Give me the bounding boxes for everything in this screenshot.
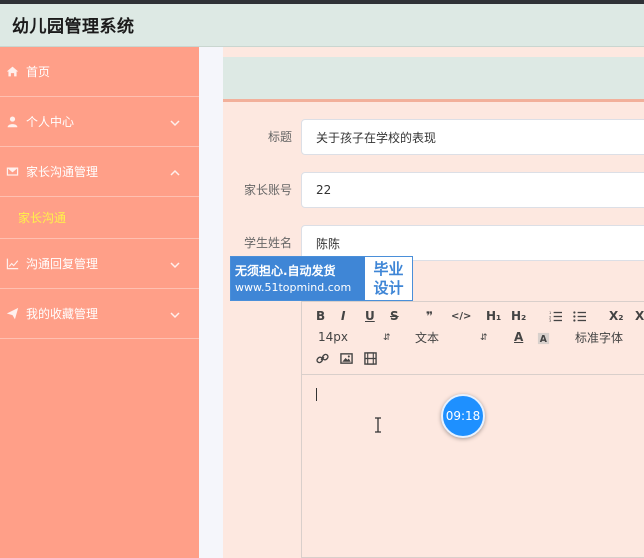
text-type-select[interactable]: 文本 [415, 329, 439, 345]
sidebar-item-label: 我的收藏管理 [26, 307, 99, 321]
strikethrough-button[interactable]: S [390, 308, 399, 324]
bullet-list-icon[interactable] [573, 308, 586, 324]
panel-header-bar [223, 57, 644, 102]
font-size-select[interactable]: 14px [318, 329, 348, 345]
video-icon[interactable] [364, 350, 377, 366]
text-type-arrows-icon: ⇵ [480, 333, 488, 343]
heading-1-button[interactable]: H₁ [486, 308, 501, 324]
mail-icon [5, 165, 19, 179]
bold-button[interactable]: B [316, 308, 325, 324]
chevron-down-icon [170, 259, 180, 269]
submenu-item-label: 家长沟通 [18, 211, 67, 225]
sidebar-item-reply-management[interactable]: 沟通回复管理 [0, 239, 199, 289]
sidebar-item-label: 沟通回复管理 [26, 257, 99, 271]
font-size-arrows-icon: ⇵ [383, 333, 391, 343]
form-row-account: 家长账号 22 [223, 172, 644, 208]
sidebar-item-home[interactable]: 首页 [0, 47, 199, 97]
background-color-icon[interactable]: A [537, 330, 550, 346]
font-color-icon[interactable]: A [514, 329, 523, 345]
app-title: 幼儿园管理系统 [12, 17, 135, 37]
sidebar: 首页 个人中心 家长沟通管理 家长沟通 沟通回复管理 我的收藏管理 [0, 47, 199, 558]
chevron-down-icon [170, 117, 180, 127]
sidebar-item-label: 家长沟通管理 [26, 165, 99, 179]
subscript-button[interactable]: X₂ [609, 308, 624, 324]
svg-text:A: A [540, 334, 548, 345]
blockquote-button[interactable]: ❞ [426, 308, 433, 324]
font-family-select[interactable]: 标准字体 [575, 329, 623, 345]
form-panel: 标题 关于孩子在学校的表现 家长账号 22 学生姓名 陈陈 B I U S ❞ … [223, 47, 644, 558]
code-block-button[interactable]: </> [451, 308, 471, 324]
sidebar-item-label: 个人中心 [26, 115, 75, 129]
text-cursor-icon [374, 417, 382, 433]
image-icon[interactable] [340, 350, 353, 366]
sidebar-item-parent-communication[interactable]: 家长沟通管理 [0, 147, 199, 197]
svg-text:3: 3 [549, 319, 552, 323]
watermark-right-line2: 设计 [373, 278, 404, 297]
floating-clock-badge[interactable]: 09:18 [441, 394, 485, 438]
ordered-list-icon[interactable]: 123 [549, 308, 562, 324]
watermark-url: www.51topmind.com [235, 280, 352, 294]
watermark-banner: 无须担心.自动发货 www.51topmind.com 毕业 设计 [230, 256, 413, 301]
sidebar-item-personal-center[interactable]: 个人中心 [0, 97, 199, 147]
student-name-label: 学生姓名 [243, 236, 292, 250]
submenu-item-parent-communication[interactable]: 家长沟通 [0, 197, 199, 239]
account-input[interactable]: 22 [301, 172, 644, 208]
send-icon [5, 307, 19, 321]
italic-button[interactable]: I [341, 308, 345, 324]
watermark-right: 毕业 设计 [365, 257, 412, 300]
clear-format-button[interactable]: X [635, 308, 644, 324]
home-icon [5, 65, 19, 79]
underline-button[interactable]: U [365, 308, 375, 324]
content-gutter [199, 47, 223, 558]
heading-2-button[interactable]: H₂ [511, 308, 526, 324]
app-header: 幼儿园管理系统 [0, 4, 644, 47]
editor-toolbar: B I U S ❞ </> H₁ H₂ 123 X₂ X 14px ⇵ 文本 ⇵… [302, 302, 644, 375]
sidebar-item-label: 首页 [26, 65, 51, 79]
chevron-up-icon [170, 167, 180, 177]
user-icon [5, 115, 19, 129]
form-row-title: 标题 关于孩子在学校的表现 [223, 119, 644, 155]
watermark-right-line1: 毕业 [373, 259, 404, 278]
chevron-down-icon [170, 309, 180, 319]
text-caret [316, 388, 317, 401]
sidebar-item-favorites[interactable]: 我的收藏管理 [0, 289, 199, 339]
title-input[interactable]: 关于孩子在学校的表现 [301, 119, 644, 155]
link-icon[interactable] [316, 350, 329, 366]
chart-icon [5, 257, 19, 271]
title-label: 标题 [267, 130, 292, 144]
watermark-left: 无须担心.自动发货 www.51topmind.com [231, 257, 365, 300]
watermark-slogan: 无须担心.自动发货 [235, 263, 336, 278]
account-label: 家长账号 [243, 183, 292, 197]
